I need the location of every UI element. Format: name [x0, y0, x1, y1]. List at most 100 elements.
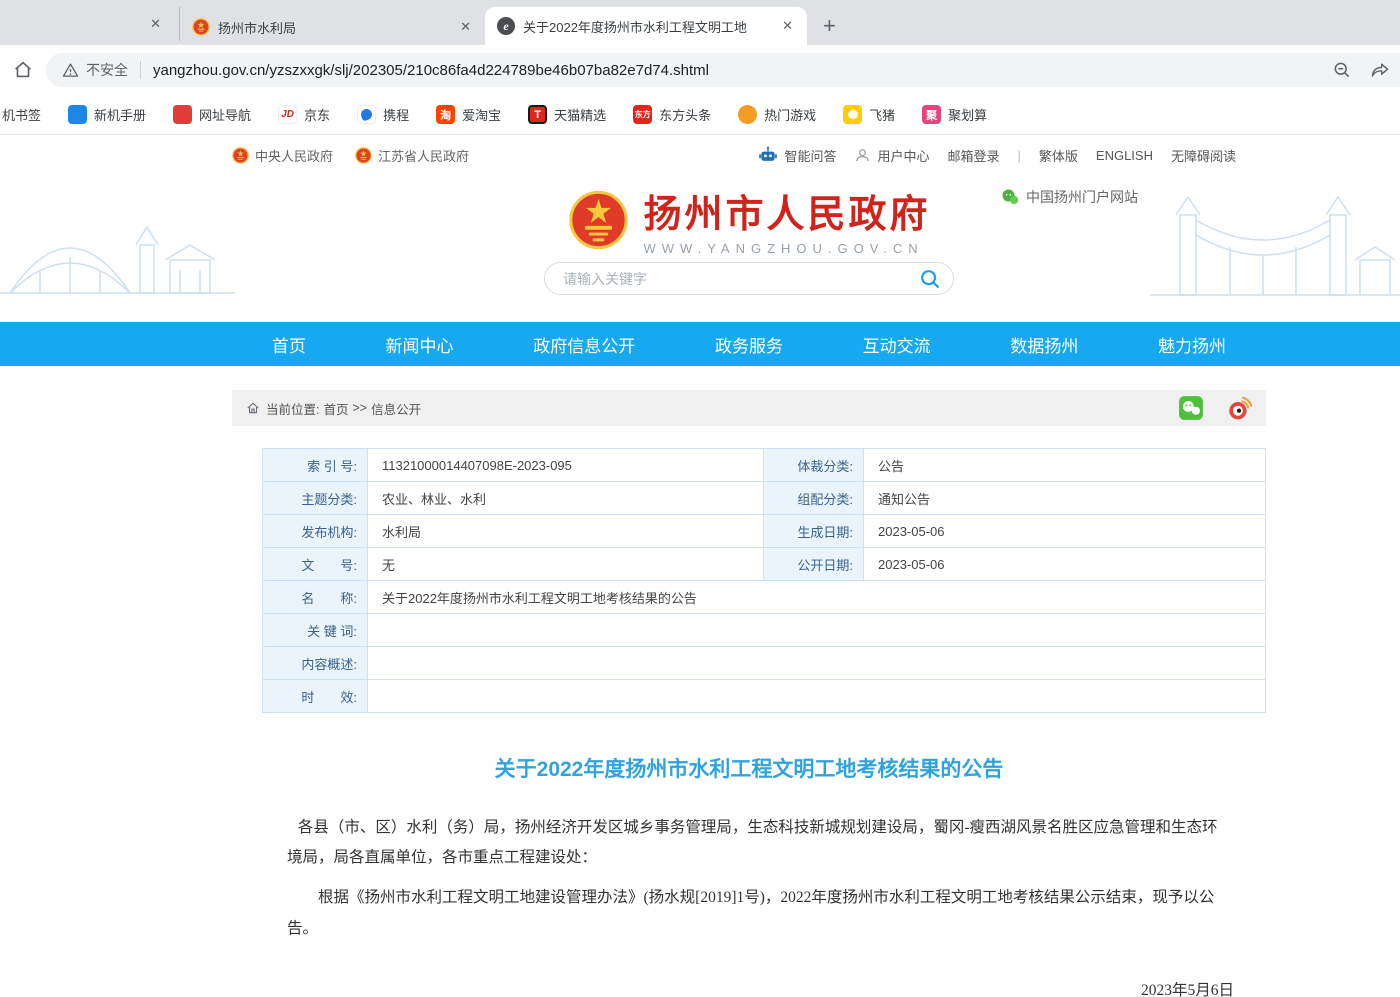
screen: ✕ 扬州市水利局 ✕ e 关于2022年度扬州市水利工程文明工地 ✕ +: [0, 0, 1400, 997]
breadcrumb-home-link[interactable]: 首页: [323, 399, 348, 418]
gov-emblem-icon: [355, 147, 372, 164]
site-logo[interactable]: 扬州市人民政府 WWW.YANGZHOU.GOV.CN: [567, 183, 930, 256]
mail-login-link[interactable]: 邮箱登录: [947, 146, 999, 165]
close-tab-icon[interactable]: ✕: [456, 17, 475, 37]
english-version-link[interactable]: ENGLISH: [1096, 148, 1153, 163]
wechat-share-icon[interactable]: [1178, 395, 1204, 421]
main-nav: 首页 新闻中心 政府信息公开 政务服务 互动交流 数据扬州 魅力扬州: [0, 322, 1400, 366]
close-tab-icon[interactable]: ✕: [146, 14, 165, 34]
zoom-out-icon[interactable]: [1332, 60, 1352, 80]
article-date: 2023年5月6日: [232, 978, 1266, 997]
nav-item-charm-yangzhou[interactable]: 魅力扬州: [1158, 332, 1226, 357]
tab-title: 关于2022年度扬州市水利工程文明工地: [523, 17, 770, 36]
portal-link[interactable]: 中国扬州门户网站: [1001, 187, 1138, 207]
content-container: 当前位置: 首页 >> 信息公开: [232, 390, 1266, 997]
security-label: 不安全: [86, 60, 128, 80]
smart-qa-link[interactable]: 智能问答: [758, 145, 836, 165]
manual-favicon: [68, 105, 87, 124]
bookmark-url-nav[interactable]: 网址导航: [173, 105, 251, 124]
traditional-version-link[interactable]: 繁体版: [1039, 146, 1078, 165]
breadcrumb-current-link[interactable]: 信息公开: [371, 399, 421, 418]
article-paragraph: 根据《扬州市水利工程文明工地建设管理办法》(扬水规[2019]1号)，2022年…: [232, 883, 1266, 943]
field-label: 发布机构:: [263, 515, 367, 547]
bookmark-label: 飞猪: [869, 105, 895, 124]
weibo-share-icon[interactable]: [1226, 395, 1252, 421]
field-label: 公开日期:: [763, 548, 863, 580]
bookmark-juhuasuan[interactable]: 聚 聚划算: [922, 105, 987, 124]
field-value: 通知公告: [863, 482, 1265, 514]
bookmark-label: 东方头条: [659, 105, 711, 124]
bookmark-label: 机书签: [2, 105, 41, 124]
bookmark-jd[interactable]: JD 京东: [278, 105, 330, 124]
bookmark-label: 聚划算: [948, 105, 987, 124]
bookmark-aitaobao[interactable]: 淘 爱淘宝: [436, 105, 501, 124]
field-value: [367, 680, 1265, 712]
field-value: [367, 647, 1265, 679]
breadcrumb-prefix: 当前位置:: [266, 399, 319, 418]
banner-art-left: [0, 175, 235, 322]
omnibox[interactable]: 不安全 yangzhou.gov.cn/yzszxxgk/slj/202305/…: [46, 53, 1400, 87]
tab-active-announcement[interactable]: e 关于2022年度扬州市水利工程文明工地 ✕: [485, 7, 807, 45]
bookmark-xinji-manual[interactable]: 新机手册: [68, 105, 146, 124]
nav-item-info-disclosure[interactable]: 政府信息公开: [533, 332, 635, 357]
bookmark-phone-bookmarks[interactable]: 机书签: [2, 105, 41, 124]
field-value: 2023-05-06: [863, 548, 1265, 580]
tab-leftmost-partial[interactable]: ✕: [0, 7, 180, 41]
nav-item-data-yangzhou[interactable]: 数据扬州: [1010, 332, 1078, 357]
nav-item-home[interactable]: 首页: [272, 332, 306, 357]
search-icon[interactable]: [919, 268, 941, 290]
bookmark-fliggy[interactable]: 飞猪: [843, 105, 895, 124]
share-icon[interactable]: [1370, 60, 1390, 80]
fliggy-favicon: [843, 105, 862, 124]
tab-water-bureau[interactable]: 扬州市水利局 ✕: [180, 9, 485, 45]
nav-item-news[interactable]: 新闻中心: [386, 332, 454, 357]
field-value: 无: [367, 548, 763, 580]
bookmark-label: 天猫精选: [554, 105, 606, 124]
field-label: 生成日期:: [763, 515, 863, 547]
bookmark-eastday[interactable]: 东方 东方头条: [633, 105, 711, 124]
link-jiangsu-government[interactable]: 江苏省人民政府: [355, 146, 469, 165]
site-url-label: WWW.YANGZHOU.GOV.CN: [643, 241, 930, 256]
field-label: 索 引 号:: [263, 449, 367, 481]
bookmark-hot-games[interactable]: 热门游戏: [738, 105, 816, 124]
field-label: 时 效:: [263, 680, 367, 712]
article: 关于2022年度扬州市水利工程文明工地考核结果的公告 各县（市、区）水利（务）局…: [232, 753, 1266, 997]
new-tab-button[interactable]: +: [823, 13, 836, 39]
field-label: 主题分类:: [263, 482, 367, 514]
close-tab-icon[interactable]: ✕: [778, 16, 797, 36]
user-center-link[interactable]: 用户中心: [854, 146, 929, 165]
bookmark-tmall[interactable]: T 天猫精选: [528, 105, 606, 124]
breadcrumb-home-icon: [246, 401, 260, 415]
address-bar: 不安全 yangzhou.gov.cn/yzszxxgk/slj/202305/…: [0, 45, 1400, 95]
bookmark-label: 热门游戏: [764, 105, 816, 124]
games-favicon: [738, 105, 757, 124]
bookmark-label: 新机手册: [94, 105, 146, 124]
site-name: 扬州市人民政府: [643, 183, 930, 238]
jd-favicon: JD: [278, 105, 297, 124]
smart-qa-label: 智能问答: [784, 146, 836, 165]
search-input[interactable]: [563, 271, 919, 287]
tmall-favicon: T: [528, 105, 547, 124]
nav-item-interaction[interactable]: 互动交流: [863, 332, 931, 357]
accessibility-link[interactable]: 无障碍阅读: [1171, 146, 1236, 165]
table-row: 关 键 词:: [263, 614, 1265, 647]
link-central-government[interactable]: 中央人民政府: [232, 146, 333, 165]
user-center-label: 用户中心: [877, 146, 929, 165]
gov-emblem-favicon: [192, 18, 210, 36]
home-icon[interactable]: [12, 59, 34, 81]
url-nav-favicon: [173, 105, 192, 124]
table-row: 主题分类: 农业、林业、水利 组配分类: 通知公告: [263, 482, 1265, 515]
bookmark-label: 爱淘宝: [462, 105, 501, 124]
field-label: 文 号:: [263, 548, 367, 580]
table-row: 发布机构: 水利局 生成日期: 2023-05-06: [263, 515, 1265, 548]
portal-wechat-icon: [1001, 188, 1019, 206]
article-paragraph: 各县（市、区）水利（务）局，扬州经济开发区城乡事务管理局，生态科技新城规划建设局…: [232, 813, 1266, 873]
nav-item-services[interactable]: 政务服务: [715, 332, 783, 357]
field-value: 公告: [863, 449, 1265, 481]
url-text[interactable]: yangzhou.gov.cn/yzszxxgk/slj/202305/210c…: [153, 62, 1322, 79]
bookmark-ctrip[interactable]: 携程: [357, 105, 409, 124]
gov-link-label: 江苏省人民政府: [378, 146, 469, 165]
tab-title: 扬州市水利局: [218, 18, 448, 37]
ctrip-favicon: [357, 105, 376, 124]
bookmark-label: 网址导航: [199, 105, 251, 124]
